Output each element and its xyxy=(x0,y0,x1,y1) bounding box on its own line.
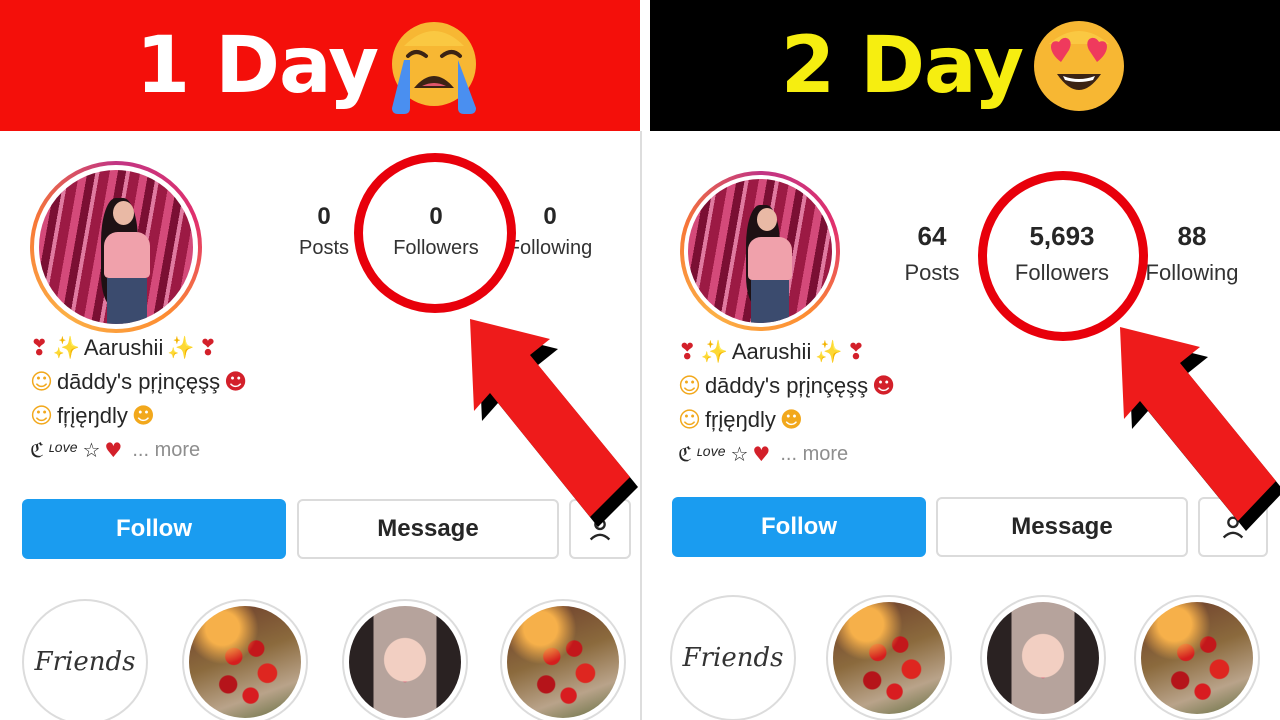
sparkles-icon: ✨ xyxy=(52,335,80,361)
smiling-face-icon: ☺ xyxy=(678,373,701,399)
arrow-icon xyxy=(470,319,638,527)
highlight-friends[interactable]: Friends xyxy=(22,599,148,720)
highlight-friends-text: Friends xyxy=(677,602,789,714)
yum-face-icon: ☻ xyxy=(779,407,803,433)
followers-highlight-circle xyxy=(354,153,516,313)
profile-avatar[interactable] xyxy=(680,171,840,331)
follow-button[interactable]: Follow xyxy=(672,497,926,557)
stat-following[interactable]: 88 Following xyxy=(1140,221,1244,286)
highlight-flowers[interactable] xyxy=(182,599,308,720)
yum-face-icon: ☻ xyxy=(131,403,155,429)
bio-line-daddy: dāddy's pŗįnçęşş xyxy=(56,369,221,394)
bio-line-love: ᶫᵒᵛᵉ ☆ xyxy=(696,443,749,466)
stat-following[interactable]: 0 Following xyxy=(504,203,596,260)
left-panel: 1 Day 0 Posts 0 Followers 0 Following ❣ … xyxy=(0,0,640,720)
bio-line-friendly: fŗįęŋdly xyxy=(704,407,776,432)
bio-more-link[interactable]: ... more xyxy=(780,443,848,466)
profile-bio: ❣ ✨ Aarushii ✨ ❣ ☺ dāddy's pŗįnçęşş ☻ ☺ … xyxy=(30,331,251,467)
left-banner-title: 1 Day xyxy=(135,20,379,111)
heart-icon: ❣ xyxy=(30,335,49,361)
swirl-icon: ℭ xyxy=(678,442,693,466)
highlight-flowers[interactable] xyxy=(500,599,626,720)
kissing-face-icon: ☻ xyxy=(872,373,896,399)
heart-icon: ♥ xyxy=(104,438,123,462)
sparkles-icon: ✨ xyxy=(167,335,195,361)
following-label: Following xyxy=(507,237,593,259)
kissing-face-icon: ☻ xyxy=(224,369,248,395)
heart-icon: ❣ xyxy=(846,339,866,365)
following-count: 88 xyxy=(1177,221,1207,251)
highlight-portrait[interactable] xyxy=(980,595,1106,720)
highlight-flowers[interactable] xyxy=(1134,595,1260,720)
bio-name: Aarushii xyxy=(731,339,812,364)
bio-line-daddy: dāddy's pŗįnçęşş xyxy=(704,373,869,398)
highlight-portrait[interactable] xyxy=(342,599,468,720)
smiling-face-icon: ☺ xyxy=(30,369,53,395)
following-label: Following xyxy=(1145,260,1239,285)
crying-face-icon xyxy=(392,21,477,114)
bio-name: Aarushii xyxy=(83,335,164,360)
highlight-flowers[interactable] xyxy=(826,595,952,720)
posts-count: 0 xyxy=(317,203,331,230)
sparkles-icon: ✨ xyxy=(815,339,843,365)
heart-eyes-face-icon xyxy=(1034,20,1125,111)
followers-highlight-circle xyxy=(978,171,1148,341)
arrow-icon xyxy=(1120,327,1280,531)
profile-bio: ❣ ✨ Aarushii ✨ ❣ ☺ dāddy's pŗįnçęşş ☻ ☺ … xyxy=(678,335,899,471)
right-banner-title: 2 Day xyxy=(780,20,1024,111)
stat-posts[interactable]: 0 Posts xyxy=(292,203,356,260)
posts-label: Posts xyxy=(904,260,960,285)
heart-icon: ❣ xyxy=(198,335,218,361)
right-banner: 2 Day xyxy=(650,0,1280,131)
smiling-face-icon: ☺ xyxy=(678,407,701,433)
sparkles-icon: ✨ xyxy=(700,339,728,365)
bio-line-friendly: fŗįęŋdly xyxy=(56,403,128,428)
highlight-friends-text: Friends xyxy=(29,606,141,718)
right-panel: 2 Day 64 Posts 5,693 Followers 88 Follow… xyxy=(640,0,1280,720)
swirl-icon: ℭ xyxy=(30,438,45,462)
bio-line-love: ᶫᵒᵛᵉ ☆ xyxy=(48,439,101,462)
posts-count: 64 xyxy=(917,221,947,251)
heart-icon: ♥ xyxy=(752,442,771,466)
left-profile: 0 Posts 0 Followers 0 Following ❣ ✨ Aaru… xyxy=(0,131,640,720)
left-banner: 1 Day xyxy=(0,0,640,131)
posts-label: Posts xyxy=(298,237,350,259)
follow-button[interactable]: Follow xyxy=(22,499,286,559)
right-profile: 64 Posts 5,693 Followers 88 Following ❣ … xyxy=(640,131,1280,720)
profile-avatar[interactable] xyxy=(30,161,202,333)
bio-more-link[interactable]: ... more xyxy=(132,439,200,462)
stat-posts[interactable]: 64 Posts xyxy=(894,221,970,286)
heart-icon: ❣ xyxy=(678,339,697,365)
highlight-friends[interactable]: Friends xyxy=(670,595,796,720)
smiling-face-icon: ☺ xyxy=(30,403,53,429)
following-count: 0 xyxy=(543,203,557,230)
